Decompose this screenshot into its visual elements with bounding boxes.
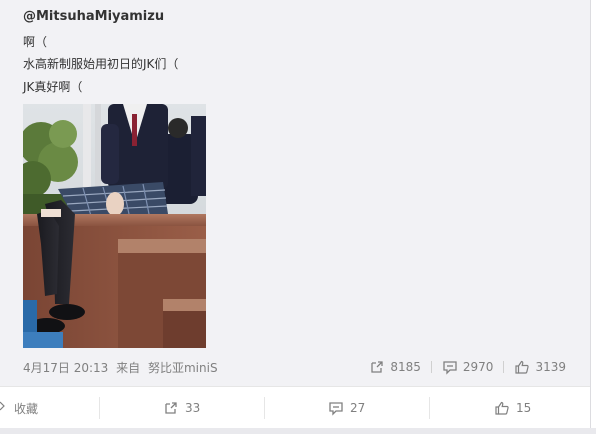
repost-count: 33 (185, 401, 201, 415)
original-repost-button[interactable]: 8185 (369, 359, 421, 375)
post-meta: 4月17日 20:13 来自 努比亚miniS (23, 359, 222, 376)
post-photo[interactable] (23, 104, 206, 348)
comment-bubble-icon (443, 361, 457, 375)
divider (429, 397, 430, 419)
share-out-icon (371, 361, 384, 373)
favorite-label: 收藏 (14, 401, 39, 416)
post-text-line-1: 啊（ (23, 35, 48, 49)
comment-button[interactable]: 27 (328, 387, 365, 429)
like-count: 15 (516, 401, 532, 415)
post-text-line-3: JK真好啊（ (23, 80, 83, 94)
comment-bubble-icon (329, 402, 343, 416)
action-bar: 收藏 33 27 15 (0, 386, 590, 429)
original-like-button[interactable]: 3139 (514, 359, 566, 375)
feed-gap (0, 428, 596, 434)
divider (430, 361, 432, 373)
post-text-line-2: 水高新制服始用初日的JK们（ (23, 57, 179, 71)
share-out-icon (165, 402, 177, 414)
like-button[interactable]: 15 (494, 387, 531, 429)
weibo-post-card: @MitsuhaMiyamizu 啊（ 水高新制服始用初日的JK们（ JK真好啊… (0, 0, 596, 434)
original-comment-count: 2970 (462, 360, 494, 374)
star-icon (0, 401, 5, 411)
original-like-count: 3139 (535, 360, 566, 374)
comment-count: 27 (350, 401, 366, 415)
divider (264, 397, 265, 419)
original-post-panel: @MitsuhaMiyamizu 啊（ 水高新制服始用初日的JK们（ JK真好啊… (0, 0, 590, 386)
from-label: 来自 (116, 361, 141, 375)
repost-button[interactable]: 33 (163, 387, 200, 429)
card-border (590, 0, 591, 434)
post-source[interactable]: 努比亚miniS (148, 361, 218, 375)
thumbs-up-icon (515, 360, 530, 374)
divider (99, 397, 100, 419)
original-comment-button[interactable]: 2970 (442, 359, 494, 375)
original-repost-count: 8185 (390, 360, 421, 374)
thumbs-up-icon (495, 401, 509, 415)
favorite-button[interactable]: 收藏 (0, 387, 38, 429)
author-name-link[interactable]: @MitsuhaMiyamizu (23, 9, 164, 24)
post-timestamp[interactable]: 4月17日 20:13 (23, 361, 108, 375)
divider (503, 361, 505, 373)
original-post-stats: 8185 2970 3139 (369, 358, 566, 376)
